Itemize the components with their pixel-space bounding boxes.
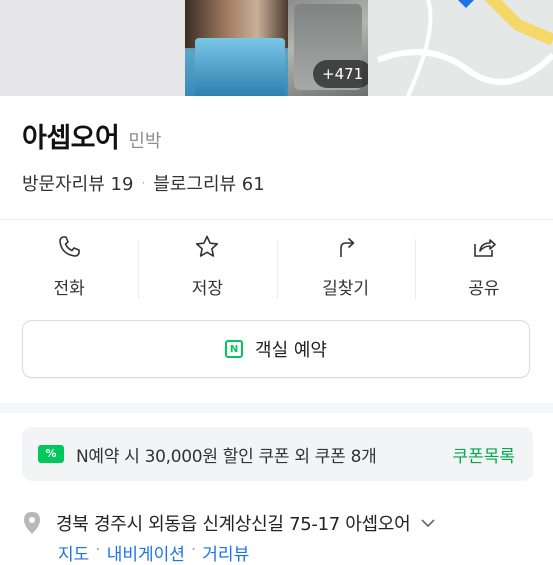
call-button[interactable]: 전화 [0,234,138,304]
map-thumbnail[interactable] [368,0,553,96]
gallery-photo-pool[interactable] [185,0,288,96]
divider [0,219,553,220]
place-title-row: 아셉오어 민박 [22,116,162,156]
visitor-review-link[interactable]: 방문자리뷰 19 [22,170,133,196]
photo-pool-water [195,38,285,96]
review-summary: 방문자리뷰 19 · 블로그리뷰 61 [22,170,265,196]
share-label: 공유 [468,279,500,299]
save-button[interactable]: 저장 [138,234,276,304]
address-text: 경북 경주시 외동읍 신계상신길 75-17 아셉오어 [56,514,411,535]
gallery-photo-1[interactable] [0,0,185,96]
naver-badge-letter: N [229,344,239,355]
call-label: 전화 [53,279,85,299]
location-pin-icon [24,512,40,534]
reserve-room-button[interactable]: N 객실 예약 [22,320,530,378]
reserve-label: 객실 예약 [255,340,327,361]
directions-button[interactable]: 길찾기 [276,234,415,304]
coupon-list-link[interactable]: 쿠폰목록 [452,442,515,467]
share-button[interactable]: 공유 [414,234,553,304]
map-road-graphic [368,0,553,96]
share-icon [474,239,496,257]
section-gap [0,403,553,413]
naver-booking-icon: N [225,340,244,358]
coupon-banner[interactable]: % N예약 시 30,000원 할인 쿠폰 외 쿠폰 8개 쿠폰목록 [22,427,533,481]
directions-label: 길찾기 [322,279,370,299]
review-separator: · [141,176,146,190]
address-row[interactable]: 경북 경주시 외동읍 신계상신길 75-17 아셉오어 [22,508,436,538]
coupon-text: N예약 시 30,000원 할인 쿠폰 외 쿠폰 8개 [76,446,377,467]
coupon-icon: % [38,445,64,463]
chevron-down-icon[interactable] [420,515,436,531]
star-icon [196,235,219,257]
place-name: 아셉오어 [22,123,120,154]
save-label: 저장 [191,279,224,299]
place-category: 민박 [128,131,162,152]
blog-review-link[interactable]: 블로그리뷰 61 [153,170,264,196]
phone-icon [59,236,80,257]
photo-count-badge[interactable]: +471 [313,60,373,88]
photo-gallery[interactable]: +471 [0,0,553,96]
action-bar: 전화 저장 길찾기 공유 [0,234,553,304]
directions-icon [339,237,354,257]
